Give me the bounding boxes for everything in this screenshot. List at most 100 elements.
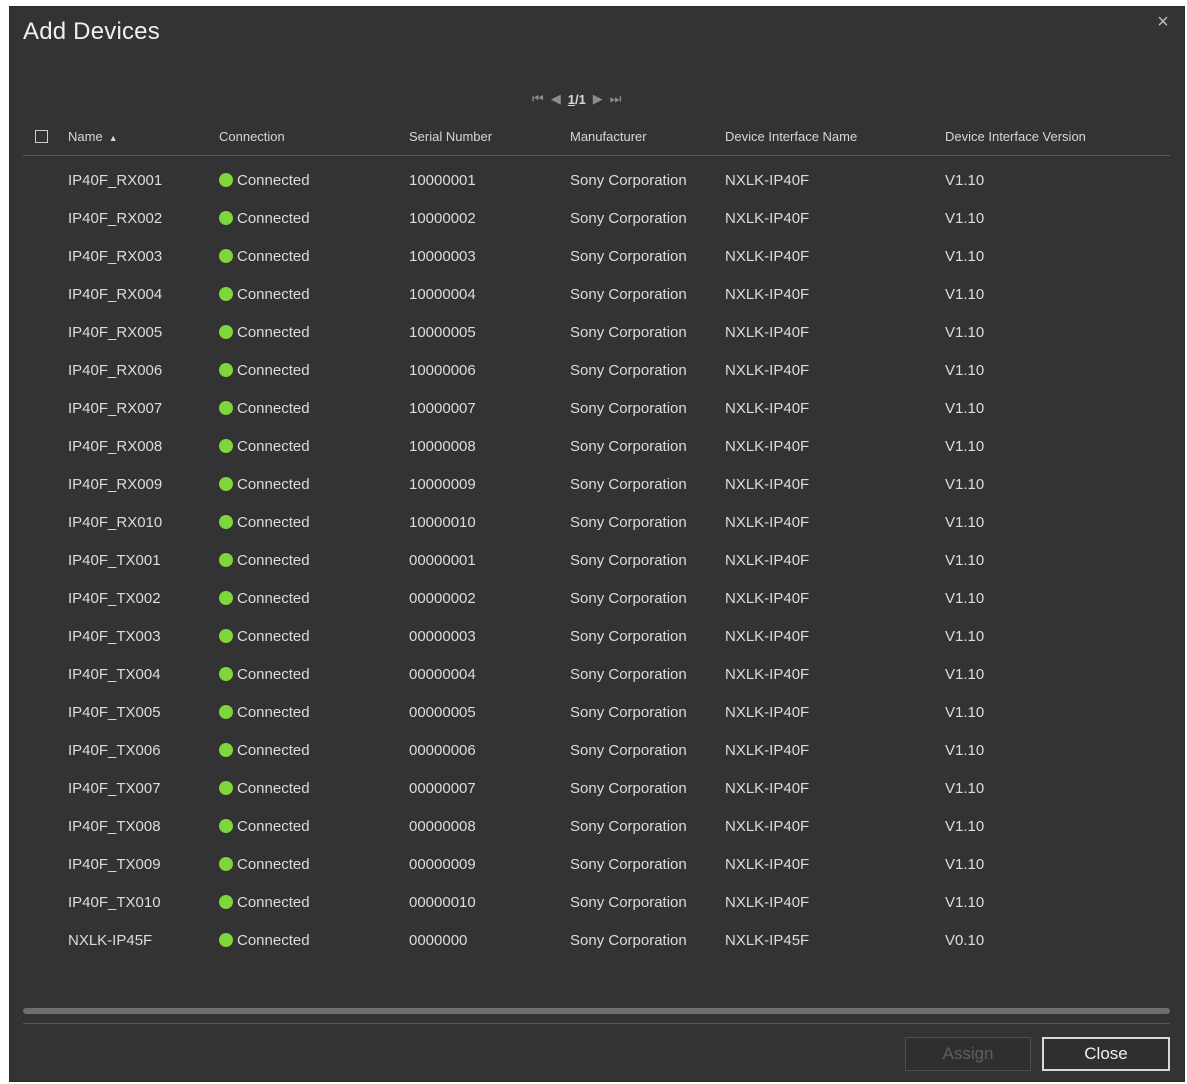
table-row[interactable]: IP40F_TX006 Connected 00000006 Sony Corpora…: [23, 732, 1170, 770]
connected-status-icon: [219, 705, 233, 719]
device-interface-name: NXLK-IP40F: [725, 324, 810, 341]
manufacturer: Sony Corporation: [570, 932, 687, 949]
device-interface-version: V1.10: [945, 400, 985, 417]
device-interface-name: NXLK-IP40F: [725, 438, 810, 455]
device-interface-version: V1.10: [945, 324, 985, 341]
close-icon[interactable]: ×: [1152, 11, 1174, 33]
horizontal-scrollbar[interactable]: [23, 1008, 1170, 1014]
manufacturer: Sony Corporation: [570, 780, 687, 797]
sort-ascending-icon: ▲: [108, 133, 118, 143]
first-page-icon[interactable]: ⏮: [532, 91, 544, 107]
column-header-manufacturer[interactable]: Manufacturer: [570, 129, 647, 144]
connection-label: Connected: [237, 780, 310, 797]
device-name: IP40F_TX009: [68, 856, 161, 873]
serial-number: 00000010: [409, 894, 476, 911]
device-name: IP40F_RX009: [68, 476, 163, 493]
current-page[interactable]: 1: [568, 92, 575, 107]
device-name: IP40F_RX004: [68, 286, 163, 303]
device-interface-version: V1.10: [945, 628, 985, 645]
table-row[interactable]: IP40F_RX004 Connected 10000004 Sony Corpora…: [23, 276, 1170, 314]
table-row[interactable]: IP40F_TX009 Connected 00000009 Sony Corpora…: [23, 846, 1170, 884]
connection-status: Connected: [219, 780, 310, 797]
manufacturer: Sony Corporation: [570, 552, 687, 569]
select-all-checkbox[interactable]: [35, 130, 48, 143]
table-row[interactable]: IP40F_RX010 Connected 10000010 Sony Corpora…: [23, 504, 1170, 542]
column-header-name[interactable]: Name ▲: [68, 129, 118, 144]
manufacturer: Sony Corporation: [570, 476, 687, 493]
previous-page-icon[interactable]: ◀: [551, 91, 561, 107]
connected-status-icon: [219, 477, 233, 491]
table-row[interactable]: IP40F_TX007 Connected 00000007 Sony Corpora…: [23, 770, 1170, 808]
next-page-icon[interactable]: ▶: [593, 91, 603, 107]
device-interface-version: V1.10: [945, 438, 985, 455]
column-header-device-interface-name[interactable]: Device Interface Name: [725, 129, 857, 144]
device-interface-version: V1.10: [945, 590, 985, 607]
serial-number: 10000001: [409, 172, 476, 189]
connected-status-icon: [219, 781, 233, 795]
connected-status-icon: [219, 363, 233, 377]
table-row[interactable]: IP40F_RX005 Connected 10000005 Sony Corpora…: [23, 314, 1170, 352]
serial-number: 10000003: [409, 248, 476, 265]
table-row[interactable]: NXLK-IP45F Connected 0000000 Sony Corporati…: [23, 922, 1170, 960]
table-row[interactable]: IP40F_TX010 Connected 00000010 Sony Corpora…: [23, 884, 1170, 922]
table-row[interactable]: IP40F_RX008 Connected 10000008 Sony Corpora…: [23, 428, 1170, 466]
manufacturer: Sony Corporation: [570, 856, 687, 873]
device-interface-name: NXLK-IP40F: [725, 590, 810, 607]
manufacturer: Sony Corporation: [570, 362, 687, 379]
connection-status: Connected: [219, 476, 310, 493]
device-name: IP40F_TX008: [68, 818, 161, 835]
manufacturer: Sony Corporation: [570, 704, 687, 721]
connection-label: Connected: [237, 248, 310, 265]
device-interface-name: NXLK-IP40F: [725, 818, 810, 835]
manufacturer: Sony Corporation: [570, 628, 687, 645]
serial-number: 10000009: [409, 476, 476, 493]
connection-label: Connected: [237, 362, 310, 379]
table-row[interactable]: IP40F_RX001 Connected 10000001 Sony Corpora…: [23, 162, 1170, 200]
device-interface-version: V1.10: [945, 894, 985, 911]
device-interface-version: V1.10: [945, 780, 985, 797]
table-row[interactable]: IP40F_RX007 Connected 10000007 Sony Corpora…: [23, 390, 1170, 428]
column-header-serial-number[interactable]: Serial Number: [409, 129, 492, 144]
serial-number: 10000010: [409, 514, 476, 531]
connection-label: Connected: [237, 628, 310, 645]
serial-number: 0000000: [409, 932, 468, 949]
table-row[interactable]: IP40F_TX003 Connected 00000003 Sony Corpora…: [23, 618, 1170, 656]
pagination: ⏮ ◀ 1/1 ▶ ⏭: [532, 89, 622, 109]
serial-number: 10000004: [409, 286, 476, 303]
table-row[interactable]: IP40F_TX008 Connected 00000008 Sony Corpora…: [23, 808, 1170, 846]
table-row[interactable]: IP40F_TX002 Connected 00000002 Sony Corpora…: [23, 580, 1170, 618]
assign-button[interactable]: Assign: [905, 1037, 1031, 1071]
column-header-name-label: Name: [68, 129, 103, 144]
table-row[interactable]: IP40F_TX004 Connected 00000004 Sony Corpora…: [23, 656, 1170, 694]
connection-label: Connected: [237, 818, 310, 835]
connection-label: Connected: [237, 286, 310, 303]
table-row[interactable]: IP40F_TX001 Connected 00000001 Sony Corpora…: [23, 542, 1170, 580]
connection-status: Connected: [219, 552, 310, 569]
connected-status-icon: [219, 857, 233, 871]
connected-status-icon: [219, 743, 233, 757]
device-interface-version: V1.10: [945, 704, 985, 721]
last-page-icon[interactable]: ⏭: [610, 91, 622, 107]
column-header-connection[interactable]: Connection: [219, 129, 285, 144]
connected-status-icon: [219, 211, 233, 225]
column-header-device-interface-version[interactable]: Device Interface Version: [945, 129, 1086, 144]
table-row[interactable]: IP40F_RX009 Connected 10000009 Sony Corpora…: [23, 466, 1170, 504]
connected-status-icon: [219, 895, 233, 909]
manufacturer: Sony Corporation: [570, 210, 687, 227]
device-name: IP40F_TX007: [68, 780, 161, 797]
table-header: Name ▲ Connection Serial Number Manufactu…: [23, 119, 1170, 156]
device-interface-name: NXLK-IP40F: [725, 514, 810, 531]
connected-status-icon: [219, 629, 233, 643]
device-interface-version: V1.10: [945, 742, 985, 759]
connection-status: Connected: [219, 286, 310, 303]
close-button[interactable]: Close: [1042, 1037, 1170, 1071]
connection-status: Connected: [219, 324, 310, 341]
connection-label: Connected: [237, 894, 310, 911]
table-row[interactable]: IP40F_RX002 Connected 10000002 Sony Corpora…: [23, 200, 1170, 238]
device-name: IP40F_RX002: [68, 210, 163, 227]
table-row[interactable]: IP40F_TX005 Connected 00000005 Sony Corpora…: [23, 694, 1170, 732]
table-row[interactable]: IP40F_RX003 Connected 10000003 Sony Corpora…: [23, 238, 1170, 276]
connection-status: Connected: [219, 438, 310, 455]
table-row[interactable]: IP40F_RX006 Connected 10000006 Sony Corpora…: [23, 352, 1170, 390]
device-interface-name: NXLK-IP40F: [725, 172, 810, 189]
